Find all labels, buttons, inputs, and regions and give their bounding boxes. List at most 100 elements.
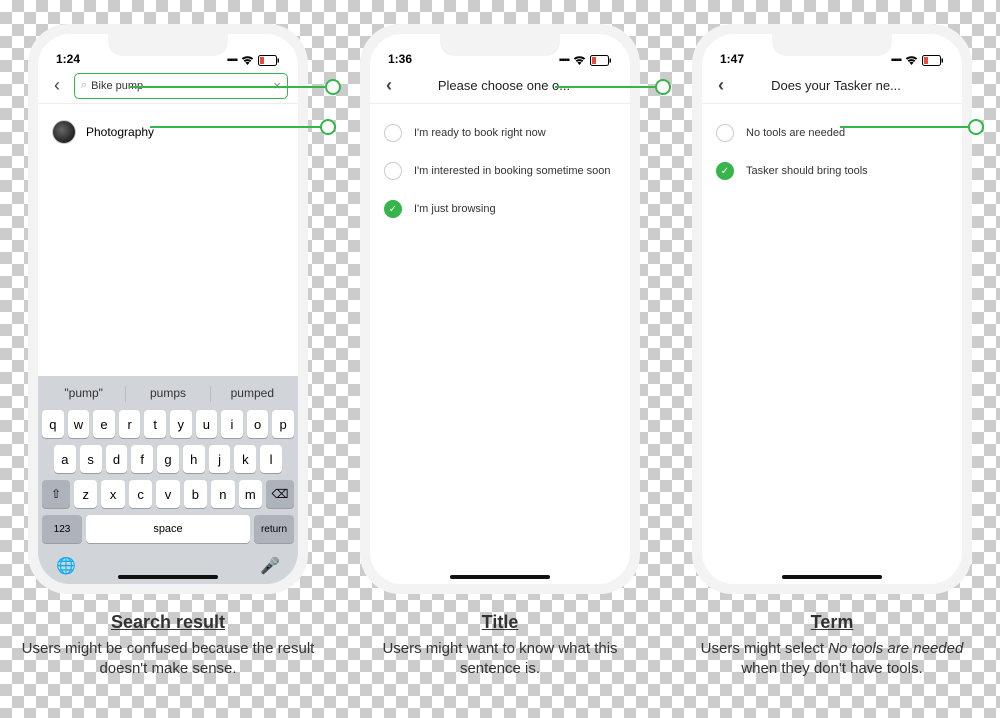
home-indicator[interactable] — [782, 575, 882, 579]
key[interactable]: v — [156, 480, 179, 508]
backspace-key[interactable]: ⌫ — [266, 480, 294, 508]
home-indicator[interactable] — [450, 575, 550, 579]
annotation-line — [150, 126, 320, 128]
keyboard-row-2: a s d f g h j k l — [42, 445, 294, 473]
globe-icon[interactable]: 🌐 — [56, 556, 76, 576]
shift-key[interactable]: ⇧ — [42, 480, 70, 508]
search-icon: ⌕ — [81, 79, 87, 92]
signal-icon: ▪▪▪▪ — [559, 55, 569, 66]
key[interactable]: r — [119, 410, 141, 438]
caption-title: Search result — [18, 612, 318, 633]
key[interactable]: c — [129, 480, 152, 508]
home-indicator[interactable] — [118, 575, 218, 579]
keyboard-row-4: 123 space return — [42, 515, 294, 543]
column-search-result: 1:24 ▪▪▪▪ ‹ ⌕ Bike pump × — [28, 24, 308, 680]
key[interactable]: i — [221, 410, 243, 438]
column-term: 1:47 ▪▪▪▪ ‹ Does your Tasker ne... No to… — [692, 24, 972, 680]
radio-icon — [384, 162, 402, 180]
radio-icon — [384, 124, 402, 142]
result-label: Photography — [86, 125, 154, 139]
phone-frame: 1:24 ▪▪▪▪ ‹ ⌕ Bike pump × — [28, 24, 308, 594]
phone-screen: 1:24 ▪▪▪▪ ‹ ⌕ Bike pump × — [38, 34, 298, 584]
phone-frame: 1:36 ▪▪▪▪ ‹ Please choose one o... I'm r… — [360, 24, 640, 594]
key[interactable]: q — [42, 410, 64, 438]
nav-bar: ‹ Does your Tasker ne... — [702, 68, 962, 104]
radio-checked-icon: ✓ — [384, 200, 402, 218]
key[interactable]: j — [209, 445, 231, 473]
battery-icon — [922, 55, 944, 66]
status-icons: ▪▪▪▪ — [559, 55, 612, 66]
annotation-marker — [320, 119, 336, 135]
key[interactable]: a — [54, 445, 76, 473]
key[interactable]: k — [234, 445, 256, 473]
phone-screen: 1:36 ▪▪▪▪ ‹ Please choose one o... I'm r… — [370, 34, 630, 584]
back-icon[interactable]: ‹ — [380, 75, 398, 96]
option-row[interactable]: ✓ I'm just browsing — [384, 190, 616, 228]
column-title: 1:36 ▪▪▪▪ ‹ Please choose one o... I'm r… — [360, 24, 640, 680]
caption-title: Term — [682, 612, 982, 633]
key[interactable]: u — [196, 410, 218, 438]
wifi-icon — [241, 56, 254, 66]
back-icon[interactable]: ‹ — [712, 75, 730, 96]
annotation-line — [130, 86, 325, 88]
option-row[interactable]: ✓ Tasker should bring tools — [716, 152, 948, 190]
phone-frame: 1:47 ▪▪▪▪ ‹ Does your Tasker ne... No to… — [692, 24, 972, 594]
key[interactable]: e — [93, 410, 115, 438]
options-list: I'm ready to book right now I'm interest… — [370, 104, 630, 584]
return-key[interactable]: return — [254, 515, 294, 543]
search-results: Photography — [38, 104, 298, 376]
mic-icon[interactable]: 🎤 — [260, 556, 280, 576]
keyboard-suggestions: "pump" pumps pumped — [42, 382, 294, 410]
option-row[interactable]: I'm ready to book right now — [384, 114, 616, 152]
space-key[interactable]: space — [86, 515, 250, 543]
option-row[interactable]: No tools are needed — [716, 114, 948, 152]
suggestion[interactable]: "pump" — [42, 386, 125, 402]
key[interactable]: o — [247, 410, 269, 438]
key[interactable]: w — [68, 410, 90, 438]
key[interactable]: t — [144, 410, 166, 438]
option-row[interactable]: I'm interested in booking sometime soon — [384, 152, 616, 190]
key[interactable]: g — [157, 445, 179, 473]
signal-icon: ▪▪▪▪ — [891, 55, 901, 66]
options-list: No tools are needed ✓ Tasker should brin… — [702, 104, 962, 584]
status-time: 1:24 — [56, 52, 80, 66]
key[interactable]: z — [74, 480, 97, 508]
option-label: I'm interested in booking sometime soon — [414, 165, 611, 177]
result-avatar — [52, 120, 76, 144]
phone-screen: 1:47 ▪▪▪▪ ‹ Does your Tasker ne... No to… — [702, 34, 962, 584]
key[interactable]: y — [170, 410, 192, 438]
page-title: Does your Tasker ne... — [738, 78, 952, 93]
key[interactable]: l — [260, 445, 282, 473]
notch — [772, 34, 892, 56]
numbers-key[interactable]: 123 — [42, 515, 82, 543]
status-time: 1:47 — [720, 52, 744, 66]
notch — [440, 34, 560, 56]
option-label: No tools are needed — [746, 127, 845, 139]
key[interactable]: x — [101, 480, 124, 508]
key[interactable]: f — [131, 445, 153, 473]
wifi-icon — [905, 56, 918, 66]
keyboard[interactable]: "pump" pumps pumped q w e r t y u — [38, 376, 298, 584]
keyboard-row-1: q w e r t y u i o p — [42, 410, 294, 438]
status-icons: ▪▪▪▪ — [891, 55, 944, 66]
key[interactable]: p — [272, 410, 294, 438]
key[interactable]: s — [80, 445, 102, 473]
option-label: I'm ready to book right now — [414, 127, 546, 139]
search-result-row[interactable]: Photography — [52, 114, 284, 150]
caption: Term Users might select No tools are nee… — [682, 612, 982, 680]
key[interactable]: b — [184, 480, 207, 508]
caption: Search result Users might be confused be… — [18, 612, 318, 680]
caption-body: Users might want to know what this sente… — [350, 639, 650, 680]
suggestion[interactable]: pumped — [211, 386, 294, 402]
key[interactable]: n — [211, 480, 234, 508]
key[interactable]: h — [183, 445, 205, 473]
caption-body: Users might select No tools are needed w… — [682, 639, 982, 680]
annotation-marker — [655, 79, 671, 95]
key[interactable]: d — [106, 445, 128, 473]
back-icon[interactable]: ‹ — [48, 75, 66, 96]
caption-title: Title — [350, 612, 650, 633]
battery-icon — [258, 55, 280, 66]
status-time: 1:36 — [388, 52, 412, 66]
key[interactable]: m — [239, 480, 262, 508]
suggestion[interactable]: pumps — [126, 386, 209, 402]
